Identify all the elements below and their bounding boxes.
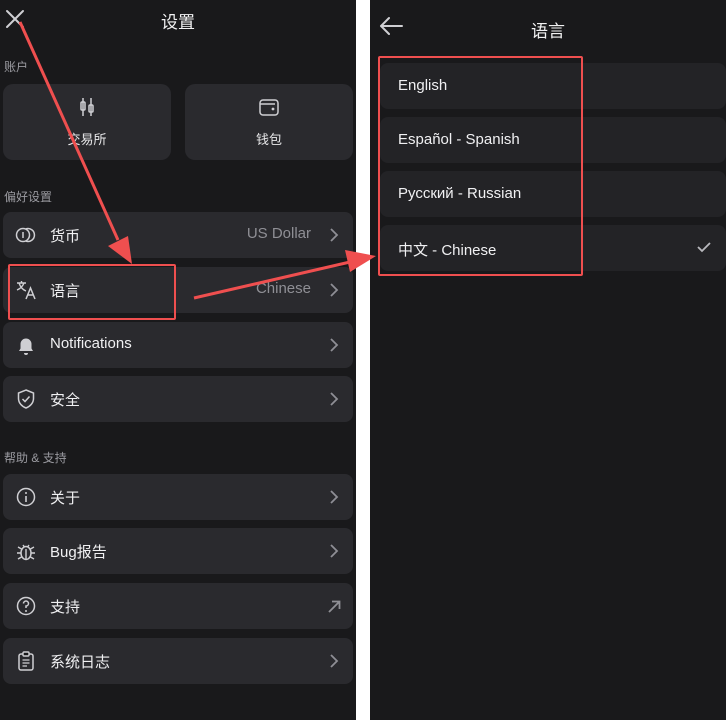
settings-row-value: Chinese [255, 280, 311, 297]
settings-screen: 设置 账户 交易所 钱包 偏好设置 货币 US Dollar 语言 Chines… [0, 0, 356, 720]
info-icon [16, 487, 36, 507]
settings-row-label: 支持 [50, 599, 81, 616]
chevron-right-icon [330, 490, 339, 504]
settings-row-label: Notifications [50, 335, 132, 352]
page-title: 语言 [531, 22, 565, 41]
candlestick-icon [80, 98, 94, 116]
help-icon [16, 596, 36, 616]
tile-wallet-label: 钱包 [255, 132, 282, 147]
shield-icon [17, 389, 35, 409]
settings-row-label: 关于 [50, 490, 81, 507]
settings-row-value: US Dollar [246, 225, 311, 242]
clipboard-icon [18, 651, 34, 671]
chevron-right-icon [330, 392, 339, 406]
section-account: 账户 [4, 60, 29, 74]
settings-row-currency[interactable]: 货币 US Dollar [3, 212, 353, 258]
chevron-right-icon [330, 228, 339, 242]
bug-icon [17, 544, 35, 561]
bell-icon [19, 338, 33, 355]
settings-row-system-log[interactable]: 系统日志 [3, 638, 353, 684]
language-row-highlight [8, 264, 176, 320]
currency-icon [15, 227, 36, 243]
chevron-right-icon [330, 283, 339, 297]
settings-row-label: 安全 [50, 392, 81, 409]
settings-row-notifications[interactable]: Notifications [3, 322, 353, 368]
checkmark-icon [697, 242, 711, 253]
tile-exchange[interactable]: 交易所 [3, 84, 171, 160]
chevron-right-icon [330, 544, 339, 558]
section-preferences: 偏好设置 [4, 190, 53, 204]
settings-row-support[interactable]: 支持 [3, 583, 353, 629]
settings-row-bug-report[interactable]: Bug报告 [3, 528, 353, 574]
tile-exchange-label: 交易所 [67, 132, 107, 147]
page-title: 设置 [161, 13, 195, 32]
settings-row-label: Bug报告 [50, 544, 107, 561]
wallet-icon [259, 99, 279, 116]
section-help: 帮助 & 支持 [4, 451, 67, 465]
chevron-right-icon [330, 654, 339, 668]
language-list-highlight [378, 56, 583, 276]
external-link-icon [328, 600, 341, 613]
settings-row-security[interactable]: 安全 [3, 376, 353, 422]
settings-row-label: 系统日志 [50, 654, 111, 671]
chevron-right-icon [330, 338, 339, 352]
tile-wallet[interactable]: 钱包 [185, 84, 353, 160]
settings-row-label: 货币 [50, 228, 81, 245]
language-screen: 语言 English Español - Spanish Русский - R… [370, 0, 726, 720]
settings-row-about[interactable]: 关于 [3, 474, 353, 520]
